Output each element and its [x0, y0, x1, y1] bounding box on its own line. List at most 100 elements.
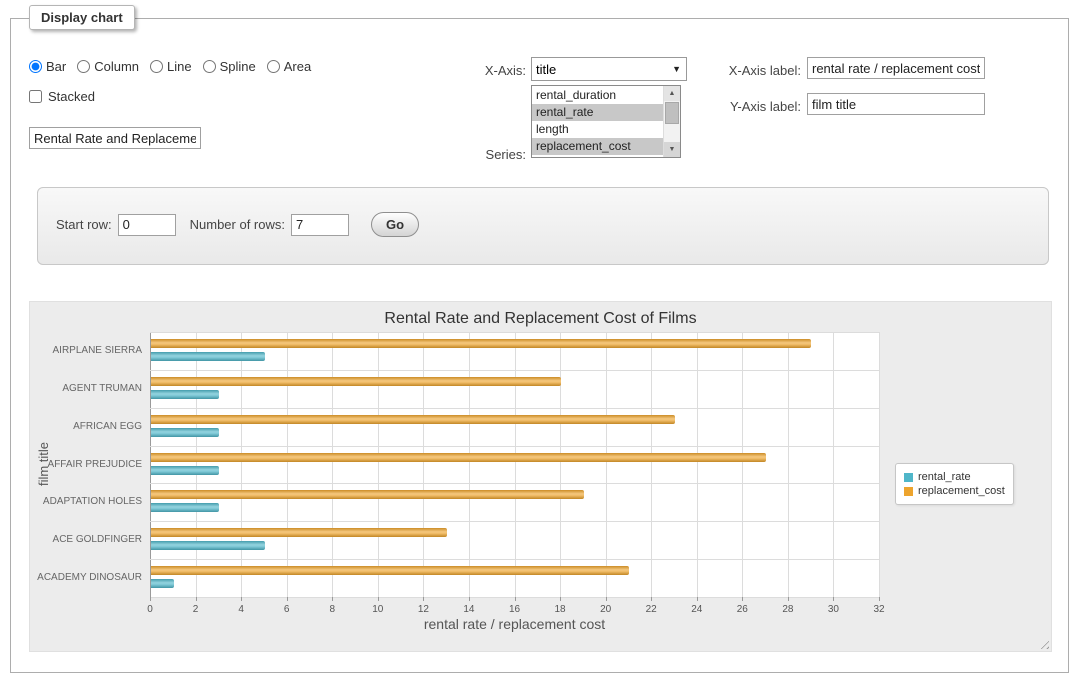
radio-label-text: Bar — [46, 59, 66, 74]
chart-type-option-line: Line — [150, 59, 192, 74]
legend-swatch — [904, 487, 913, 496]
axis-tick — [469, 597, 470, 601]
stacked-checkbox[interactable] — [29, 90, 42, 103]
x-tick-label: 12 — [409, 604, 437, 615]
x-tick-label: 24 — [683, 604, 711, 615]
category-label: AIRPLANE SIERRA — [30, 345, 142, 356]
x-tick-label: 8 — [318, 604, 346, 615]
chart-legend-items: rental_rate replacement_cost — [904, 471, 1005, 497]
chart-type-option-area: Area — [267, 59, 311, 74]
scroll-down-icon[interactable]: ▼ — [664, 142, 680, 157]
legend-label: replacement_cost — [918, 485, 1005, 497]
radio-area[interactable] — [267, 60, 280, 73]
chart-title-input[interactable] — [29, 127, 201, 149]
legend-item-rental_rate[interactable]: rental_rate — [904, 471, 1005, 483]
x-tick-label: 26 — [728, 604, 756, 615]
axis-tick — [515, 597, 516, 601]
bar-replacement_cost — [151, 490, 584, 499]
series-listbox[interactable]: rental_durationrental_ratelengthreplacem… — [531, 85, 681, 158]
axis-tick — [742, 597, 743, 601]
stacked-row: Stacked — [29, 89, 95, 104]
x-tick-label: 0 — [136, 604, 164, 615]
series-option-rental_rate[interactable]: rental_rate — [532, 104, 663, 121]
series-option-length[interactable]: length — [532, 121, 663, 138]
x-axis-label-input[interactable] — [807, 57, 985, 79]
num-rows-label: Number of rows: — [190, 217, 285, 232]
gridline-vertical — [469, 332, 470, 597]
display-chart-fieldset: Display chart BarColumnLineSplineArea St… — [10, 18, 1069, 673]
x-tick-label: 2 — [182, 604, 210, 615]
series-label: Series: — [431, 147, 526, 162]
bar-rental_rate — [151, 541, 265, 550]
y-axis-label-input[interactable] — [807, 93, 985, 115]
axis-tick — [196, 597, 197, 601]
scroll-up-icon[interactable]: ▲ — [664, 86, 680, 101]
chart-legend: rental_rate replacement_cost — [895, 463, 1014, 505]
num-rows-input[interactable] — [291, 214, 349, 236]
x-axis-select-label: X-Axis: — [441, 63, 526, 78]
start-row-label: Start row: — [56, 217, 112, 232]
bar-replacement_cost — [151, 339, 811, 348]
bar-replacement_cost — [151, 377, 561, 386]
axis-tick — [833, 597, 834, 601]
gridline-vertical — [742, 332, 743, 597]
gridline-vertical — [287, 332, 288, 597]
scrollbar-thumb[interactable] — [665, 102, 679, 124]
radio-line[interactable] — [150, 60, 163, 73]
x-tick-label: 6 — [273, 604, 301, 615]
x-tick-label: 28 — [774, 604, 802, 615]
x-tick-label: 22 — [637, 604, 665, 615]
category-label: AFRICAN EGG — [30, 421, 142, 432]
radio-spline[interactable] — [203, 60, 216, 73]
series-option-replacement_cost[interactable]: replacement_cost — [532, 138, 663, 155]
x-axis-title: rental rate / replacement cost — [150, 616, 879, 632]
axis-tick — [788, 597, 789, 601]
category-label: ACE GOLDFINGER — [30, 534, 142, 545]
resize-handle-icon[interactable] — [1037, 637, 1049, 649]
chart-type-option-column: Column — [77, 59, 139, 74]
row-range-panel: Start row: Number of rows: Go — [37, 187, 1049, 265]
gridline-vertical — [378, 332, 379, 597]
go-button[interactable]: Go — [371, 212, 419, 237]
radio-label-text: Line — [167, 59, 192, 74]
x-tick-label: 32 — [865, 604, 893, 615]
gridline-vertical — [697, 332, 698, 597]
series-scrollbar[interactable]: ▲ ▼ — [663, 86, 680, 157]
bar-replacement_cost — [151, 415, 675, 424]
start-row-input[interactable] — [118, 214, 176, 236]
series-option-rental_duration[interactable]: rental_duration — [532, 87, 663, 104]
radio-bar[interactable] — [29, 60, 42, 73]
x-axis-select[interactable]: title — [531, 57, 687, 81]
gridline-vertical — [241, 332, 242, 597]
gridline-vertical — [332, 332, 333, 597]
radio-column[interactable] — [77, 60, 90, 73]
legend-swatch — [904, 473, 913, 482]
gridline-vertical — [651, 332, 652, 597]
axis-tick — [332, 597, 333, 601]
axis-tick — [150, 597, 151, 601]
x-tick-label: 16 — [501, 604, 529, 615]
chart-type-option-bar: Bar — [29, 59, 66, 74]
page: Display chart BarColumnLineSplineArea St… — [0, 0, 1081, 681]
x-tick-label: 20 — [592, 604, 620, 615]
axis-tick — [879, 597, 880, 601]
legend-item-replacement_cost[interactable]: replacement_cost — [904, 485, 1005, 497]
gridline-vertical — [606, 332, 607, 597]
gridline-vertical — [560, 332, 561, 597]
axis-tick — [697, 597, 698, 601]
axis-tick — [287, 597, 288, 601]
axis-tick — [606, 597, 607, 601]
gridline-vertical — [423, 332, 424, 597]
axis-tick — [423, 597, 424, 601]
axis-tick — [241, 597, 242, 601]
x-tick-label: 18 — [546, 604, 574, 615]
chart-title: Rental Rate and Replacement Cost of Film… — [30, 310, 1051, 328]
x-tick-label: 10 — [364, 604, 392, 615]
x-axis-label-field-label: X-Axis label: — [701, 63, 801, 78]
series-options: rental_durationrental_ratelengthreplacem… — [532, 87, 663, 157]
chart-type-radios: BarColumnLineSplineArea — [29, 59, 322, 74]
y-axis-label-field-label: Y-Axis label: — [701, 99, 801, 114]
gridline-vertical — [515, 332, 516, 597]
bar-replacement_cost — [151, 566, 629, 575]
fieldset-legend: Display chart — [29, 5, 135, 30]
